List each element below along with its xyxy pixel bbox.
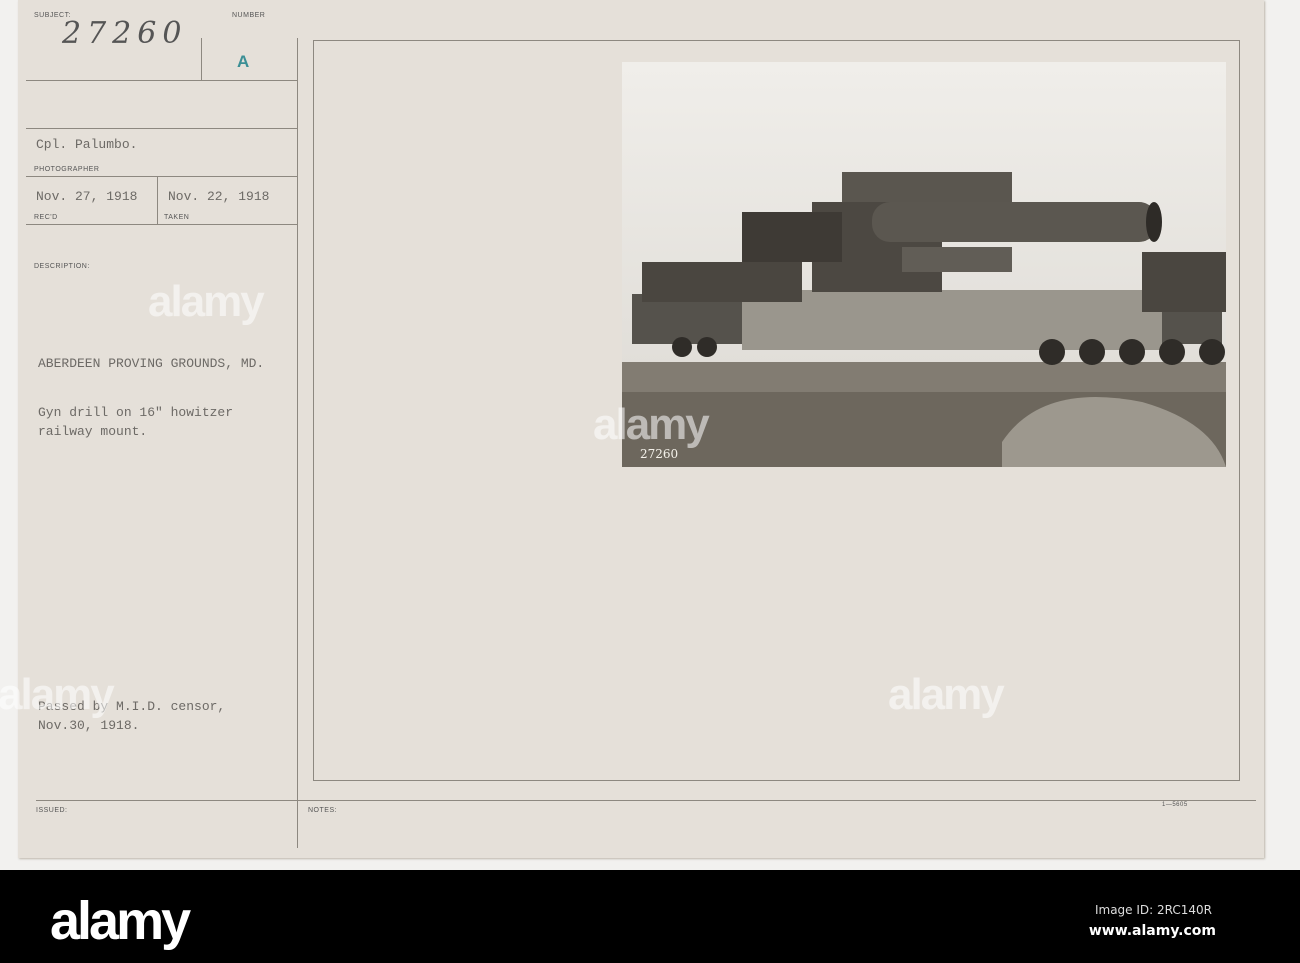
form-number: 1—5605 <box>1162 802 1188 808</box>
divider <box>26 176 297 177</box>
photograph: 27260 <box>622 62 1226 467</box>
notes-label: NOTES: <box>308 807 338 814</box>
alamy-watermark: alamy <box>0 670 115 719</box>
image-id: Image ID: 2RC140R <box>1094 903 1212 917</box>
date-divider <box>157 176 158 224</box>
photo-record-card: SUBJECT: 27260 NUMBER A Cpl. Palumbo. PH… <box>0 0 1264 858</box>
description-line-1: Gyn drill on 16" howitzer <box>38 405 234 420</box>
taken-date: Nov. 22, 1918 <box>168 189 270 204</box>
description-line-2: railway mount. <box>38 424 148 439</box>
subject-number: 27260 <box>62 16 188 51</box>
photographer-label: PHOTOGRAPHER <box>34 166 100 173</box>
alamy-watermark: alamy <box>888 670 1005 719</box>
taken-label: TAKEN <box>164 214 190 221</box>
divider <box>26 224 297 225</box>
number-value: A <box>237 52 250 71</box>
howitzer-railway-mount-image <box>622 62 1226 467</box>
received-label: REC'D <box>34 214 58 221</box>
location-text: ABERDEEN PROVING GROUNDS, MD. <box>38 356 265 371</box>
censor-line-2: Nov.30, 1918. <box>38 718 140 733</box>
alamy-watermark: alamy <box>593 400 710 449</box>
issued-label: ISSUED: <box>36 807 68 814</box>
photographer-name: Cpl. Palumbo. <box>36 137 138 152</box>
alamy-watermark: alamy <box>148 277 265 326</box>
alamy-url: www.alamy.com <box>1088 923 1216 939</box>
column-divider <box>297 38 298 848</box>
received-date: Nov. 27, 1918 <box>36 189 138 204</box>
alamy-logo: alamy <box>50 891 191 951</box>
number-divider <box>201 38 202 80</box>
number-label: NUMBER <box>232 12 266 19</box>
alamy-footer-band: alamy Image ID: 2RC140R www.alamy.com <box>0 870 1300 963</box>
divider <box>26 128 297 129</box>
divider <box>26 80 297 81</box>
bottom-rule <box>36 800 1256 801</box>
description-label: DESCRIPTION: <box>34 263 90 270</box>
